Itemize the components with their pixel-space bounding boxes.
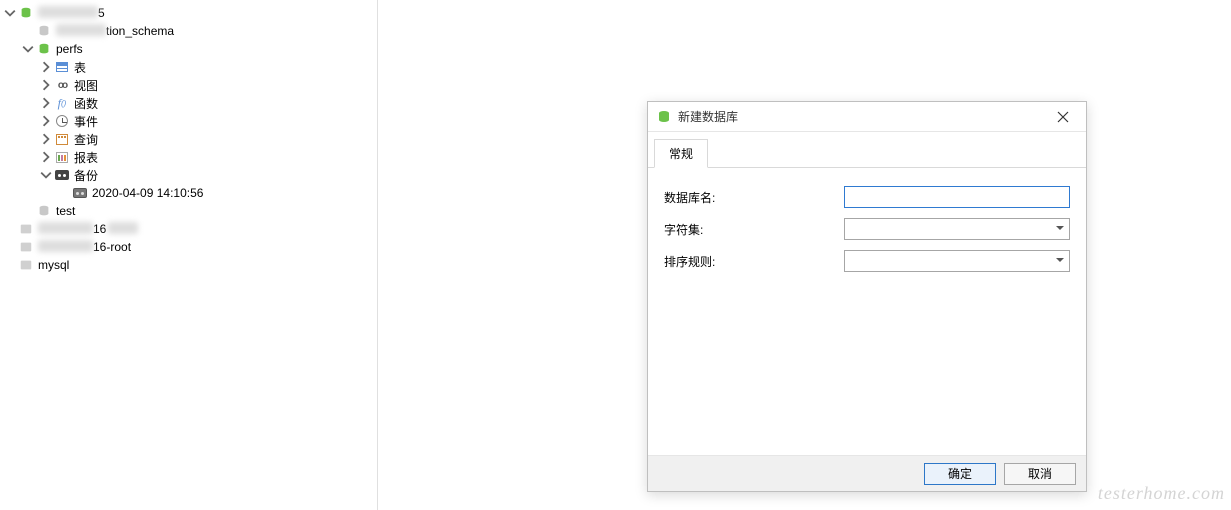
new-database-dialog: 新建数据库 常规 数据库名: 字符集: 排序规则: <box>647 101 1087 492</box>
redacted-text: xxxx <box>38 222 93 234</box>
backup-file-label: 2020-04-09 14:10:56 <box>92 186 203 200</box>
database-active-icon <box>36 41 52 57</box>
view-icon: oo <box>54 77 70 93</box>
tree-reports[interactable]: 报表 <box>0 148 377 166</box>
chevron-down-icon[interactable] <box>22 43 34 55</box>
connection-item[interactable]: ▸ xxxx16xx <box>0 220 377 238</box>
label-charset: 字符集: <box>664 221 844 238</box>
conn-suffix: 16 <box>93 222 106 236</box>
tree-label: 视图 <box>74 77 98 94</box>
backup-file-item[interactable]: ▸ 2020-04-09 14:10:56 <box>0 184 377 202</box>
tree-backups[interactable]: 备份 <box>0 166 377 184</box>
connection-inactive-icon <box>18 257 34 273</box>
label-collation: 排序规则: <box>664 253 844 270</box>
row-charset: 字符集: <box>664 218 1070 240</box>
tree-events[interactable]: 事件 <box>0 112 377 130</box>
charset-select[interactable] <box>844 218 1070 240</box>
tree-label: 报表 <box>74 149 98 166</box>
tree-label: 查询 <box>74 131 98 148</box>
connection-mysql[interactable]: ▸ mysql <box>0 256 377 274</box>
conn-suffix: 16-root <box>93 240 131 254</box>
tree-tables[interactable]: 表 <box>0 58 377 76</box>
tree-queries[interactable]: 查询 <box>0 130 377 148</box>
tree-label: 事件 <box>74 113 98 130</box>
tree-views[interactable]: oo 视图 <box>0 76 377 94</box>
db-label: perfs <box>56 42 83 56</box>
chevron-right-icon[interactable] <box>40 133 52 145</box>
function-icon: f() <box>54 95 70 111</box>
redacted-text: xx <box>108 222 138 234</box>
ok-button[interactable]: 确定 <box>924 463 996 485</box>
dialog-tabs: 常规 <box>648 132 1086 168</box>
chevron-down-icon[interactable] <box>40 169 52 181</box>
table-icon <box>54 59 70 75</box>
conn-label: mysql <box>38 258 69 272</box>
close-icon <box>1057 111 1069 123</box>
redacted-text: xxxx <box>38 240 93 252</box>
dialog-body: 数据库名: 字符集: 排序规则: <box>648 168 1086 455</box>
event-icon <box>54 113 70 129</box>
chevron-right-icon[interactable] <box>40 61 52 73</box>
button-label: 确定 <box>948 467 972 481</box>
tree-functions[interactable]: f() 函数 <box>0 94 377 112</box>
db-label: test <box>56 204 75 218</box>
watermark-text: testerhome.com <box>1098 483 1225 504</box>
chevron-down-icon[interactable] <box>4 7 16 19</box>
database-name-input[interactable] <box>844 186 1070 208</box>
connection-item[interactable]: ▸ xxxx16-root <box>0 238 377 256</box>
redacted-text: xxxx <box>56 24 106 36</box>
report-icon <box>54 149 70 165</box>
tree-label: 函数 <box>74 95 98 112</box>
connection-label-suffix: 5 <box>98 6 105 20</box>
tab-general[interactable]: 常规 <box>654 139 708 168</box>
tree-label: 表 <box>74 59 86 76</box>
dialog-titlebar[interactable]: 新建数据库 <box>648 102 1086 132</box>
redacted-text: xxxxx <box>38 6 98 18</box>
close-button[interactable] <box>1048 102 1078 132</box>
label-database-name: 数据库名: <box>664 189 844 206</box>
dialog-title: 新建数据库 <box>678 108 1048 125</box>
database-inactive-icon <box>36 23 52 39</box>
connection-root[interactable]: xxxxx5 <box>0 4 377 22</box>
database-inactive-icon <box>36 203 52 219</box>
row-database-name: 数据库名: <box>664 186 1070 208</box>
row-collation: 排序规则: <box>664 250 1070 272</box>
collation-select[interactable] <box>844 250 1070 272</box>
connection-inactive-icon <box>18 221 34 237</box>
dialog-footer: 确定 取消 <box>648 455 1086 491</box>
chevron-right-icon[interactable] <box>40 79 52 91</box>
db-label-suffix: tion_schema <box>106 24 174 38</box>
chevron-right-icon[interactable] <box>40 97 52 109</box>
chevron-right-icon[interactable] <box>40 115 52 127</box>
backup-icon <box>54 167 70 183</box>
backup-file-icon <box>72 185 88 201</box>
database-active-icon <box>18 5 34 21</box>
button-label: 取消 <box>1028 467 1052 481</box>
cancel-button[interactable]: 取消 <box>1004 463 1076 485</box>
db-perfs[interactable]: perfs <box>0 40 377 58</box>
connection-inactive-icon <box>18 239 34 255</box>
db-information-schema[interactable]: ▸ xxxxtion_schema <box>0 22 377 40</box>
connection-tree[interactable]: xxxxx5 ▸ xxxxtion_schema perfs 表 oo 视图 f… <box>0 0 378 510</box>
chevron-right-icon[interactable] <box>40 151 52 163</box>
tree-label: 备份 <box>74 167 98 184</box>
database-icon <box>656 109 672 125</box>
db-test[interactable]: ▸ test <box>0 202 377 220</box>
tab-label: 常规 <box>669 147 693 161</box>
query-icon <box>54 131 70 147</box>
